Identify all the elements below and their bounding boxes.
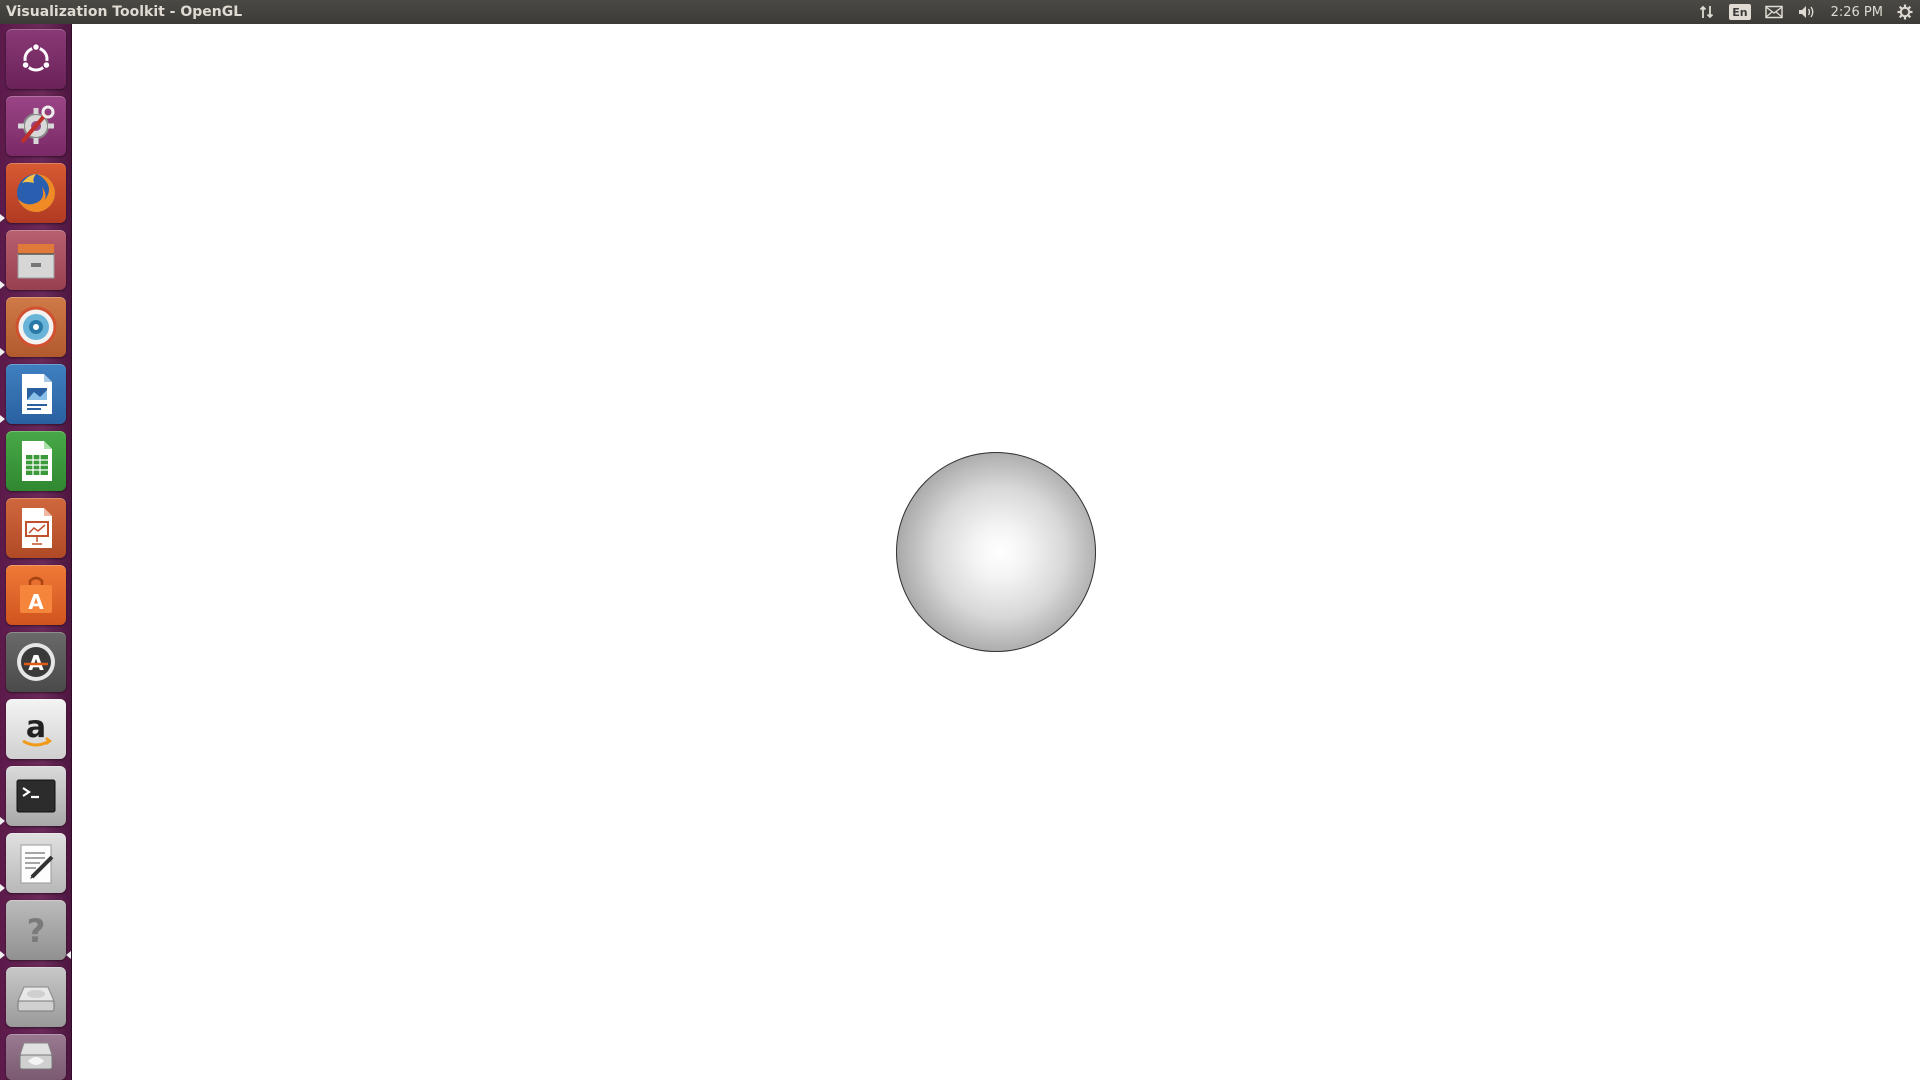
spreadsheet-icon [22,441,52,481]
network-icon[interactable] [1699,0,1715,24]
clock[interactable]: 2:26 PM [1831,0,1883,24]
settings-tools-icon [18,105,55,144]
launcher: A A a [0,24,72,1080]
running-indicator [0,281,5,289]
amazon-icon: a [22,710,53,747]
running-indicator [0,348,5,356]
volume-icon[interactable] [1797,0,1817,24]
text-editor-button[interactable] [6,833,66,893]
ubuntu-logo-icon [21,42,51,72]
text-editor-icon [20,844,54,884]
question-icon: ? [27,912,46,950]
svg-text:a: a [26,710,46,745]
drive-button[interactable] [6,967,66,1027]
gear-icon[interactable] [1897,0,1913,24]
hard-drive-icon [17,986,55,1012]
terminal-icon [16,779,56,813]
system-settings-button[interactable] [6,96,66,156]
document-writer-icon [22,374,52,414]
amazon-button[interactable]: a [6,699,66,759]
indicator-area: En 2:26 PM [1692,0,1920,24]
libreoffice-impress-button[interactable] [6,498,66,558]
disk-usage-analyzer-button[interactable] [6,297,66,357]
libreoffice-calc-button[interactable] [6,431,66,491]
help-button[interactable]: ? [6,900,66,960]
trash-button[interactable] [6,1034,66,1080]
libreoffice-writer-button[interactable] [6,364,66,424]
window-title: Visualization Toolkit - OpenGL [6,4,243,20]
target-icon [15,306,57,348]
files-button[interactable] [6,230,66,290]
svg-text:A: A [28,590,44,614]
rendered-sphere[interactable] [896,452,1096,652]
focused-indicator [66,951,71,959]
vtk-render-window[interactable] [73,24,1920,1080]
running-indicator [0,415,5,423]
file-cabinet-icon [17,244,55,279]
software-updater-button[interactable]: A [6,632,66,692]
firefox-icon [17,173,56,212]
trash-icon [19,1042,53,1070]
ubuntu-software-button[interactable]: A [6,565,66,625]
top-panel: Visualization Toolkit - OpenGL En 2:26 P… [0,0,1920,24]
running-indicator [0,951,5,959]
svg-text:?: ? [27,912,46,950]
running-indicator [0,817,5,825]
updater-icon: A [17,643,55,681]
presentation-icon [22,508,52,548]
terminal-button[interactable] [6,766,66,826]
firefox-button[interactable] [6,163,66,223]
keyboard-language-indicator[interactable]: En [1729,4,1751,20]
running-indicator [0,214,5,222]
ubuntu-dash-button[interactable] [6,29,66,89]
running-indicator [0,884,5,892]
mail-icon[interactable] [1764,0,1783,24]
software-bag-icon: A [20,576,52,614]
